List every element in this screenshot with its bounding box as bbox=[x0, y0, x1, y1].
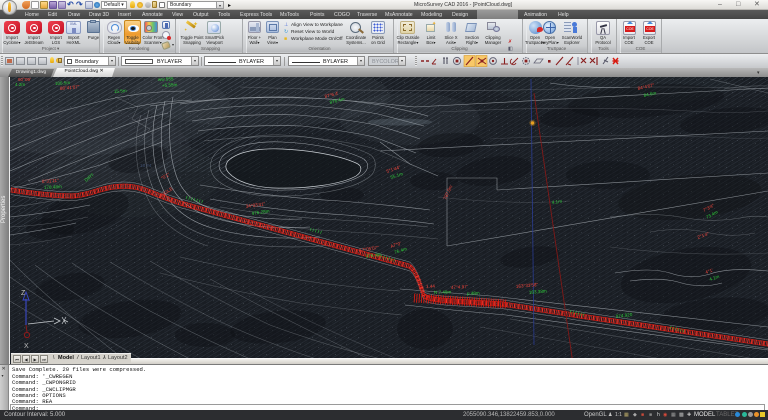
svg-text:4.2m: 4.2m bbox=[15, 82, 25, 87]
svg-text:N 7.48m: N 7.48m bbox=[434, 289, 452, 295]
svg-text:ww 555: ww 555 bbox=[158, 77, 174, 82]
svg-text:1.44: 1.44 bbox=[426, 284, 436, 289]
svg-text:47°4.97': 47°4.97' bbox=[451, 284, 468, 290]
svg-text:15.5m: 15.5m bbox=[114, 88, 127, 94]
svg-text:Z: Z bbox=[21, 290, 26, 297]
svg-text:178.48m: 178.48m bbox=[44, 184, 62, 190]
svg-text:X: X bbox=[24, 343, 29, 350]
svg-text:p.48m: p.48m bbox=[467, 291, 480, 296]
svg-text:+5.55m: +5.55m bbox=[162, 82, 178, 88]
svg-text:18 #4: 18 #4 bbox=[140, 163, 152, 168]
